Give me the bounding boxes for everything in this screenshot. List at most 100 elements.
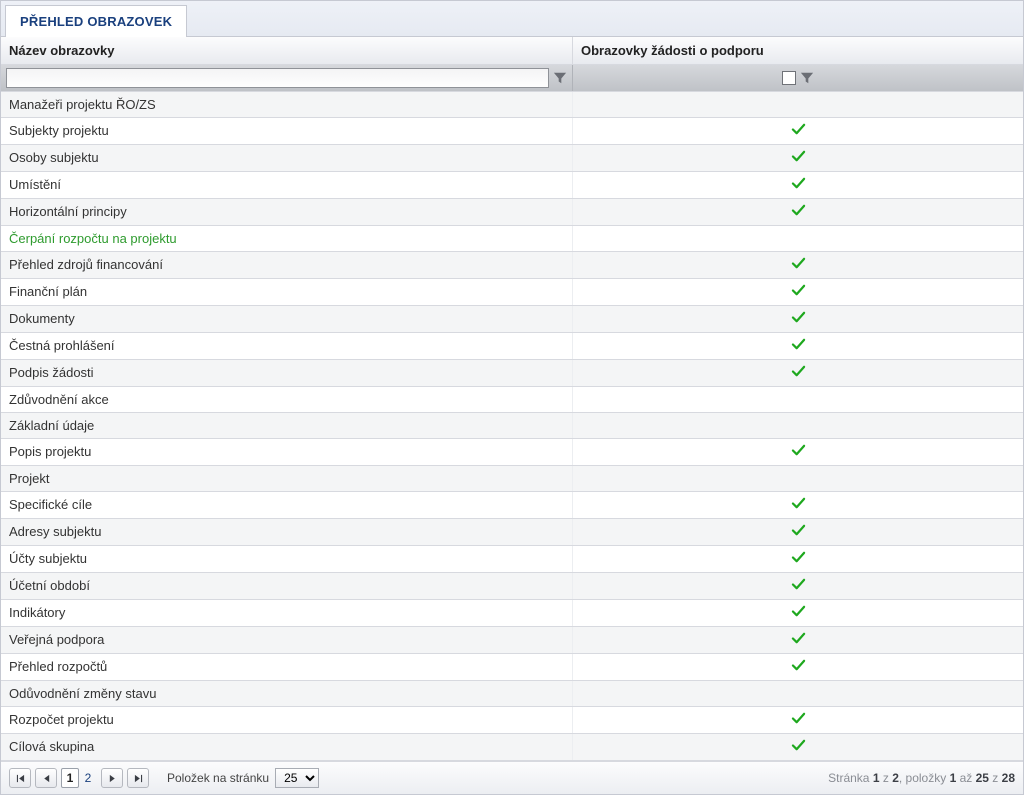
cell-screen-name: Popis projektu (1, 439, 573, 465)
cell-screen-name: Finanční plán (1, 279, 573, 305)
cell-screen-checked (573, 199, 1023, 225)
table-row[interactable]: Subjekty projektu (1, 118, 1023, 145)
cell-screen-name: Přehled rozpočtů (1, 654, 573, 680)
cell-screen-checked (573, 279, 1023, 305)
table-row[interactable]: Účetní období (1, 573, 1023, 600)
table-row[interactable]: Umístění (1, 172, 1023, 199)
pager-page-1[interactable]: 1 (61, 768, 79, 788)
check-icon (791, 285, 806, 300)
table-row[interactable]: Specifické cíle (1, 492, 1023, 519)
table-row[interactable]: Čerpání rozpočtu na projektu (1, 226, 1023, 252)
cell-screen-checked (573, 413, 1023, 438)
cell-screen-checked (573, 573, 1023, 599)
table-row[interactable]: Indikátory (1, 600, 1023, 627)
cell-screen-name: Adresy subjektu (1, 519, 573, 545)
cell-screen-name: Horizontální principy (1, 199, 573, 225)
filter-checkbox[interactable] (782, 71, 796, 85)
check-icon (791, 498, 806, 513)
cell-screen-checked (573, 600, 1023, 626)
table-row[interactable]: Čestná prohlášení (1, 333, 1023, 360)
check-icon (791, 633, 806, 648)
filter-cell-check (573, 65, 1023, 91)
cell-screen-name: Umístění (1, 172, 573, 198)
check-icon (791, 258, 806, 273)
check-icon (791, 366, 806, 381)
tab-strip: PŘEHLED OBRAZOVEK (0, 0, 1024, 37)
table-row[interactable]: Odůvodnění změny stavu (1, 681, 1023, 707)
cell-screen-name: Přehled zdrojů financování (1, 252, 573, 278)
pager-first-button[interactable] (9, 768, 31, 788)
funnel-icon[interactable] (800, 71, 814, 85)
items-per-page-label: Položek na stránku (167, 771, 269, 785)
cell-screen-name: Osoby subjektu (1, 145, 573, 171)
table-row[interactable]: Osoby subjektu (1, 145, 1023, 172)
cell-screen-checked (573, 707, 1023, 733)
table-row[interactable]: Popis projektu (1, 439, 1023, 466)
cell-screen-checked (573, 654, 1023, 680)
cell-screen-checked (573, 172, 1023, 198)
cell-screen-name: Čerpání rozpočtu na projektu (1, 226, 573, 251)
cell-screen-name: Dokumenty (1, 306, 573, 332)
check-icon (791, 552, 806, 567)
items-per-page-select[interactable]: 25 (275, 768, 319, 788)
cell-screen-name: Specifické cíle (1, 492, 573, 518)
cell-screen-name: Zdůvodnění akce (1, 387, 573, 412)
table-row[interactable]: Cílová skupina (1, 734, 1023, 761)
pager-next-button[interactable] (101, 768, 123, 788)
check-icon (791, 660, 806, 675)
funnel-icon[interactable] (553, 71, 567, 85)
check-icon (791, 525, 806, 540)
cell-screen-checked (573, 734, 1023, 760)
filter-row (1, 65, 1023, 92)
cell-screen-checked (573, 333, 1023, 359)
check-icon (791, 178, 806, 193)
cell-screen-name: Indikátory (1, 600, 573, 626)
table-row[interactable]: Horizontální principy (1, 199, 1023, 226)
pager-last-button[interactable] (127, 768, 149, 788)
table-row[interactable]: Dokumenty (1, 306, 1023, 333)
cell-screen-name: Účty subjektu (1, 546, 573, 572)
table-row[interactable]: Finanční plán (1, 279, 1023, 306)
pager-prev-button[interactable] (35, 768, 57, 788)
cell-screen-checked (573, 466, 1023, 491)
table-row[interactable]: Rozpočet projektu (1, 707, 1023, 734)
table-row[interactable]: Veřejná podpora (1, 627, 1023, 654)
cell-screen-name: Cílová skupina (1, 734, 573, 760)
cell-screen-checked (573, 92, 1023, 117)
table-row[interactable]: Manažeři projektu ŘO/ZS (1, 92, 1023, 118)
check-icon (791, 713, 806, 728)
tab-prehled-obrazovek[interactable]: PŘEHLED OBRAZOVEK (5, 5, 187, 37)
filter-input-name[interactable] (6, 68, 549, 88)
column-header-check[interactable]: Obrazovky žádosti o podporu (573, 37, 1023, 64)
cell-screen-checked (573, 546, 1023, 572)
cell-screen-name: Čestná prohlášení (1, 333, 573, 359)
cell-screen-checked (573, 145, 1023, 171)
grid-footer: 12 Položek na stránku 25 Stránka 1 z 2, … (1, 761, 1023, 794)
pager-page-2[interactable]: 2 (79, 768, 97, 788)
column-header-name[interactable]: Název obrazovky (1, 37, 573, 64)
column-header-row: Název obrazovky Obrazovky žádosti o podp… (1, 37, 1023, 65)
cell-screen-name: Subjekty projektu (1, 118, 573, 144)
table-row[interactable]: Přehled zdrojů financování (1, 252, 1023, 279)
table-row[interactable]: Podpis žádosti (1, 360, 1023, 387)
cell-screen-name: Projekt (1, 466, 573, 491)
table-row[interactable]: Zdůvodnění akce (1, 387, 1023, 413)
pager-status: Stránka 1 z 2, položky 1 až 25 z 28 (828, 771, 1015, 785)
cell-screen-checked (573, 387, 1023, 412)
grid-screens: Název obrazovky Obrazovky žádosti o podp… (0, 37, 1024, 795)
check-icon (791, 312, 806, 327)
cell-screen-name: Manažeři projektu ŘO/ZS (1, 92, 573, 117)
cell-screen-name: Odůvodnění změny stavu (1, 681, 573, 706)
table-row[interactable]: Projekt (1, 466, 1023, 492)
table-row[interactable]: Účty subjektu (1, 546, 1023, 573)
table-row[interactable]: Základní údaje (1, 413, 1023, 439)
check-icon (791, 740, 806, 755)
check-icon (791, 339, 806, 354)
check-icon (791, 151, 806, 166)
table-row[interactable]: Adresy subjektu (1, 519, 1023, 546)
cell-screen-name: Rozpočet projektu (1, 707, 573, 733)
cell-screen-name: Veřejná podpora (1, 627, 573, 653)
table-row[interactable]: Přehled rozpočtů (1, 654, 1023, 681)
cell-screen-checked (573, 519, 1023, 545)
check-icon (791, 579, 806, 594)
